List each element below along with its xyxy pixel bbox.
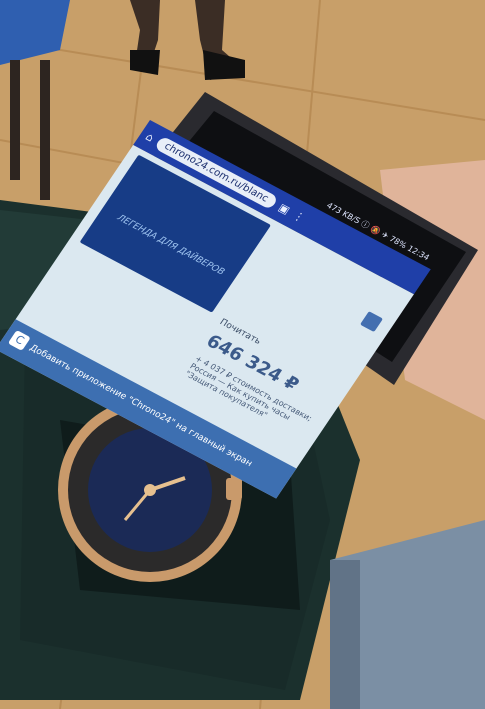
menu-icon[interactable]: ⋮ [291,208,308,224]
photo: ⌂ chrono24.com.ru/blanc ▣ ⋮ 473 KB/S ⓘ 🔕… [0,0,485,709]
tabs-icon[interactable]: ▣ [276,201,292,217]
watch-crown [226,478,242,500]
watch-center [144,484,156,496]
chair-leg-2 [40,60,50,200]
app-icon: C [7,330,31,351]
home-icon[interactable]: ⌂ [143,130,156,144]
grid-icon[interactable] [359,311,384,333]
hero-caption: ЛЕГЕНДА ДЛЯ ДАЙВЕРОВ [115,213,227,278]
sleeve-fold [330,560,360,709]
chair-leg [10,60,20,180]
